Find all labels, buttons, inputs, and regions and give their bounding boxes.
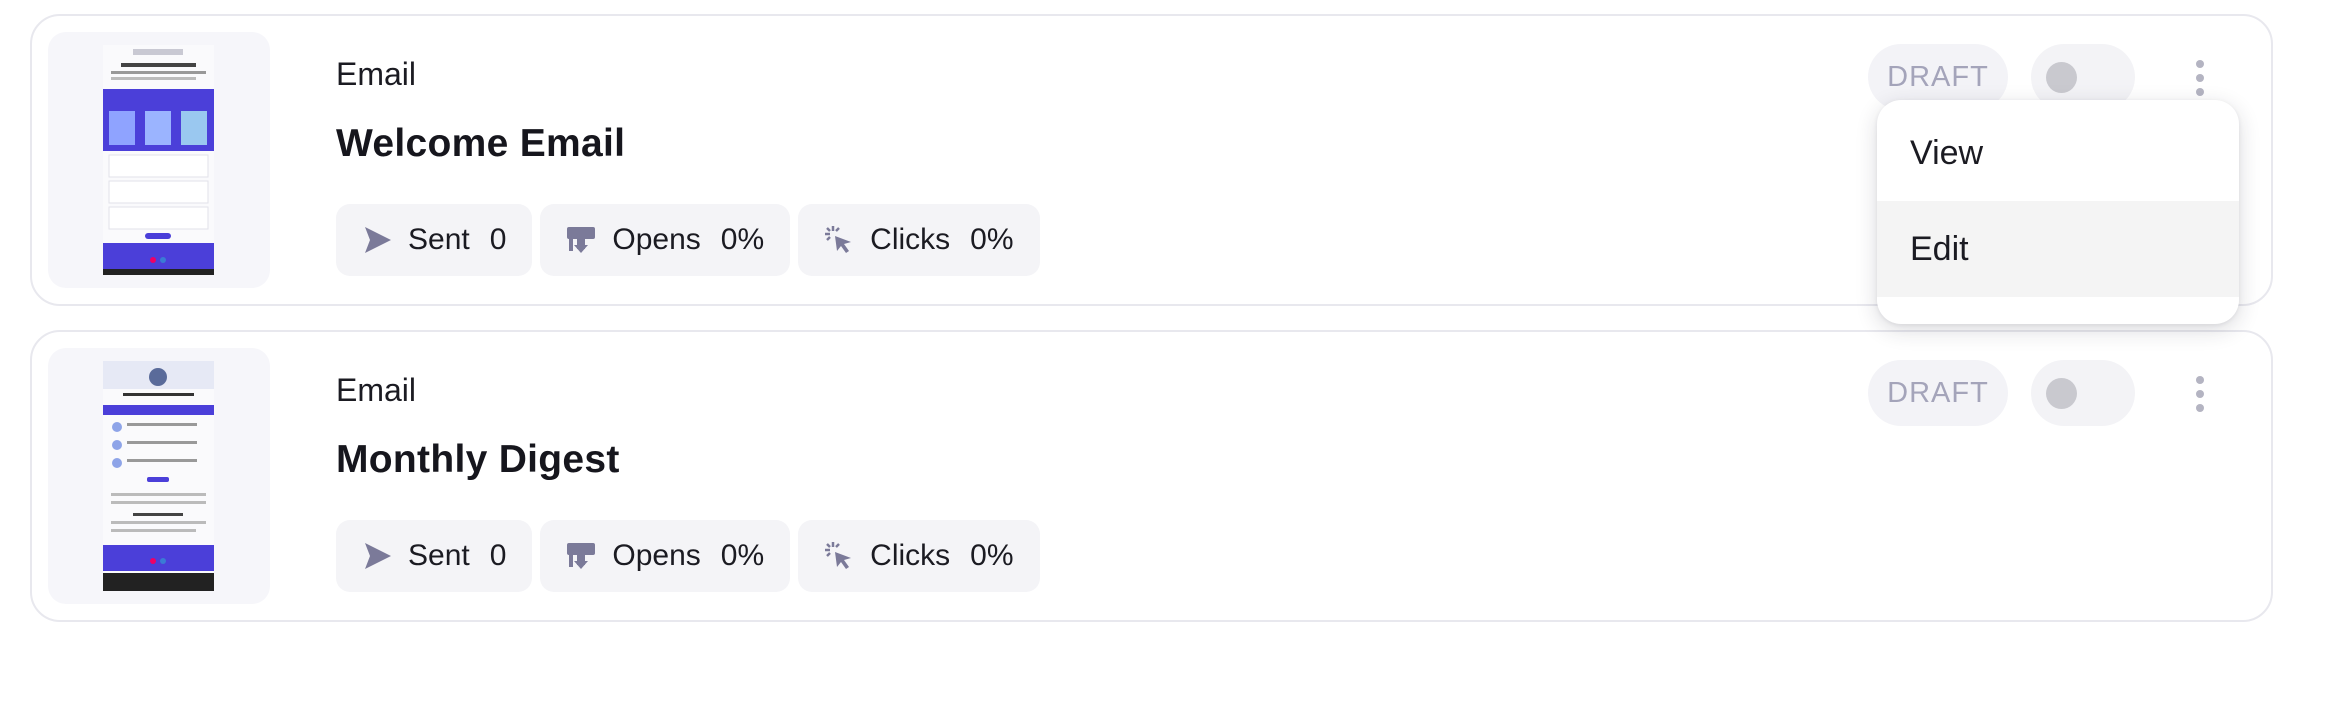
send-icon bbox=[360, 223, 394, 257]
campaign-stats: Sent 0 Opens 0% Clicks 0% bbox=[336, 204, 1040, 276]
actions-menu: View Edit bbox=[1877, 100, 2239, 324]
menu-item-edit[interactable]: Edit bbox=[1877, 201, 2239, 297]
stat-value: 0% bbox=[720, 223, 765, 256]
stat-value: 0 bbox=[489, 539, 507, 572]
campaign-card-digest[interactable]: Email Monthly Digest Sent 0 Opens 0% Cli… bbox=[30, 330, 2273, 622]
stat-label: Sent bbox=[408, 539, 470, 572]
click-cursor-icon bbox=[822, 539, 856, 573]
stat-clicks: Clicks 0% bbox=[798, 520, 1040, 592]
campaign-type: Email bbox=[336, 372, 417, 408]
campaign-stats: Sent 0 Opens 0% Clicks 0% bbox=[336, 520, 1040, 592]
active-toggle[interactable] bbox=[2031, 360, 2135, 426]
stat-value: 0 bbox=[489, 223, 507, 256]
status-badge: DRAFT bbox=[1868, 360, 2008, 426]
send-icon bbox=[360, 539, 394, 573]
toggle-knob bbox=[2046, 62, 2077, 93]
stat-label: Clicks bbox=[870, 539, 951, 572]
campaign-title[interactable]: Monthly Digest bbox=[336, 438, 620, 482]
campaign-type: Email bbox=[336, 56, 417, 92]
stat-opens: Opens 0% bbox=[540, 520, 791, 592]
stat-value: 0% bbox=[720, 539, 765, 572]
menu-item-view[interactable]: View bbox=[1877, 105, 2239, 201]
stat-label: Opens bbox=[612, 223, 701, 256]
open-mail-icon bbox=[564, 223, 598, 257]
email-preview-thumbnail[interactable] bbox=[48, 32, 270, 288]
click-cursor-icon bbox=[822, 223, 856, 257]
more-vertical-icon[interactable] bbox=[2184, 358, 2216, 430]
email-preview-image bbox=[103, 361, 214, 591]
stat-opens: Opens 0% bbox=[540, 204, 791, 276]
open-mail-icon bbox=[564, 539, 598, 573]
stat-sent: Sent 0 bbox=[336, 204, 533, 276]
stat-value: 0% bbox=[970, 539, 1014, 572]
stat-label: Opens bbox=[612, 539, 701, 572]
stat-label: Clicks bbox=[870, 223, 951, 256]
campaign-title[interactable]: Welcome Email bbox=[336, 122, 625, 166]
stat-label: Sent bbox=[408, 223, 470, 256]
toggle-knob bbox=[2046, 378, 2077, 409]
email-preview-thumbnail[interactable] bbox=[48, 348, 270, 604]
email-preview-image bbox=[103, 45, 214, 275]
stat-clicks: Clicks 0% bbox=[798, 204, 1040, 276]
stat-value: 0% bbox=[970, 223, 1014, 256]
stat-sent: Sent 0 bbox=[336, 520, 533, 592]
